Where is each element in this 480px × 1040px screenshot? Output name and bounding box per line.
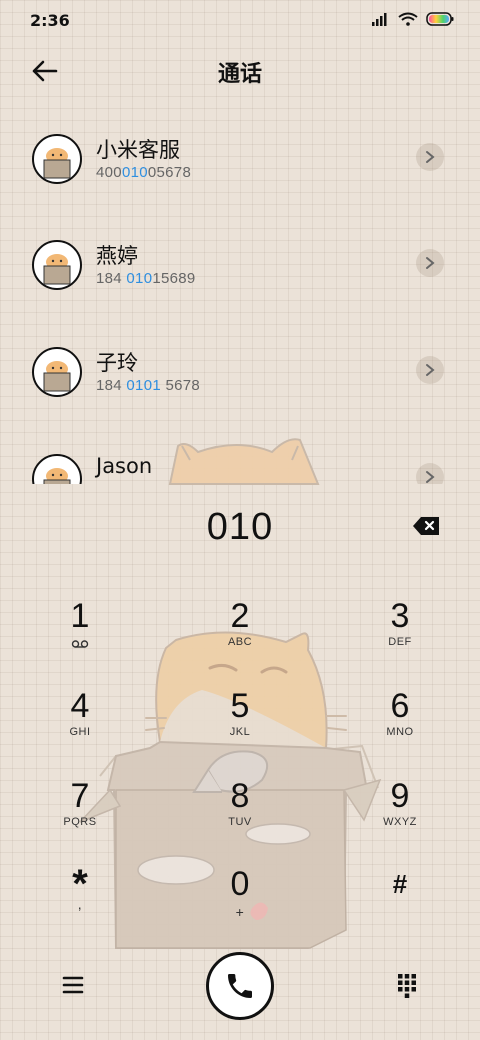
- contact-row[interactable]: 小米客服 40001005678: [0, 106, 480, 210]
- key-hash[interactable]: #: [340, 866, 460, 946]
- contact-detail-button[interactable]: [416, 356, 444, 384]
- contact-name: 子玲: [96, 351, 138, 375]
- dialed-number: 010: [206, 506, 274, 548]
- key-1[interactable]: 1: [20, 598, 140, 678]
- contact-list: 小米客服 40001005678 燕婷 184 01015689 子玲 184 …: [0, 106, 480, 484]
- contact-number: 184 0101 5678: [96, 377, 201, 394]
- contact-row[interactable]: 燕婷 184 01015689: [0, 212, 480, 316]
- call-button[interactable]: [206, 952, 274, 1020]
- header: 通话: [0, 46, 480, 94]
- key-5[interactable]: 5 JKL: [180, 688, 300, 768]
- dialpad-icon[interactable]: [392, 970, 422, 1000]
- key-0[interactable]: 0 +: [180, 866, 300, 946]
- avatar: [32, 134, 82, 184]
- chevron-right-icon: [426, 471, 435, 483]
- contact-number: 40001005678: [96, 164, 192, 181]
- chevron-right-icon: [426, 364, 435, 376]
- contact-detail-button[interactable]: [416, 143, 444, 171]
- key-4[interactable]: 4 GHI: [20, 688, 140, 768]
- wifi-icon: [398, 12, 418, 26]
- contact-detail-button[interactable]: [416, 463, 444, 484]
- voicemail-icon: [71, 640, 89, 648]
- signal-icon: [372, 13, 387, 26]
- contact-name: 燕婷: [96, 244, 138, 268]
- key-6[interactable]: 6 MNO: [340, 688, 460, 768]
- key-9[interactable]: 9 WXYZ: [340, 778, 460, 858]
- key-star[interactable]: * ,: [20, 864, 140, 946]
- chevron-right-icon: [426, 151, 435, 163]
- battery-icon: [426, 12, 454, 26]
- backspace-icon[interactable]: [412, 514, 442, 538]
- status-bar: 2:36: [0, 0, 480, 40]
- page-title: 通话: [217, 62, 262, 87]
- avatar: [32, 454, 82, 484]
- contact-number: 184 01015689: [96, 270, 196, 287]
- contact-row[interactable]: 子玲 184 0101 5678: [0, 319, 480, 423]
- key-7[interactable]: 7 PQRS: [20, 778, 140, 858]
- menu-icon[interactable]: [58, 970, 88, 1000]
- status-time: 2:36: [30, 11, 70, 30]
- contact-name: 小米客服: [96, 138, 180, 162]
- avatar: [32, 240, 82, 290]
- key-3[interactable]: 3 DEF: [340, 598, 460, 678]
- phone-icon: [228, 974, 252, 998]
- contact-row[interactable]: Jason: [0, 426, 480, 484]
- chevron-right-icon: [426, 257, 435, 269]
- contact-name: Jason: [96, 454, 153, 478]
- key-8[interactable]: 8 TUV: [180, 778, 300, 858]
- avatar: [32, 347, 82, 397]
- key-2[interactable]: 2 ABC: [180, 598, 300, 678]
- contact-detail-button[interactable]: [416, 249, 444, 277]
- status-icons: [372, 12, 454, 26]
